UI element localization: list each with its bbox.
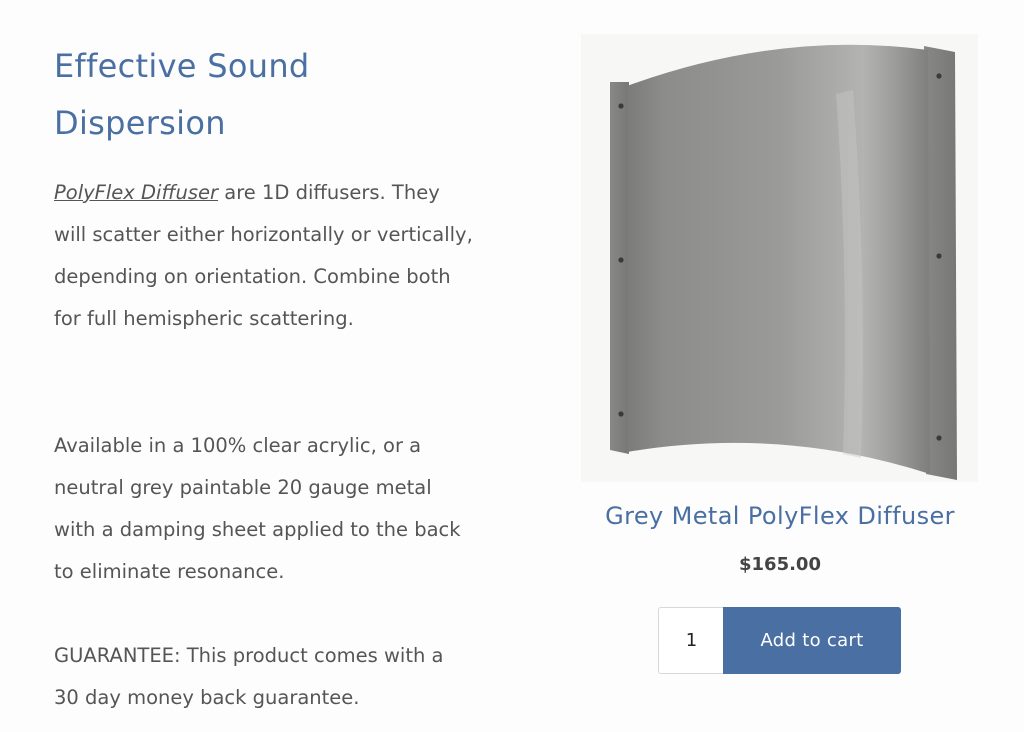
product-image[interactable] [581, 34, 978, 482]
metal-diffuser-panel-photo [581, 34, 978, 482]
add-to-cart-button[interactable]: Add to cart [723, 607, 901, 674]
product-title[interactable]: Grey Metal PolyFlex Diffuser [560, 502, 1000, 530]
product-price: $165.00 [739, 554, 821, 575]
guarantee-paragraph: GUARANTEE: This product comes with a 30 … [54, 644, 444, 709]
description-paragraph-1: PolyFlex Diffuser are 1D diffusers. They… [54, 172, 474, 340]
section-heading: Effective Sound Dispersion [54, 47, 310, 142]
description-paragraph-2: Available in a 100% clear acrylic, or a … [54, 434, 461, 583]
quantity-input[interactable] [658, 607, 724, 674]
polyflex-diffuser-link[interactable]: PolyFlex Diffuser [54, 181, 218, 204]
